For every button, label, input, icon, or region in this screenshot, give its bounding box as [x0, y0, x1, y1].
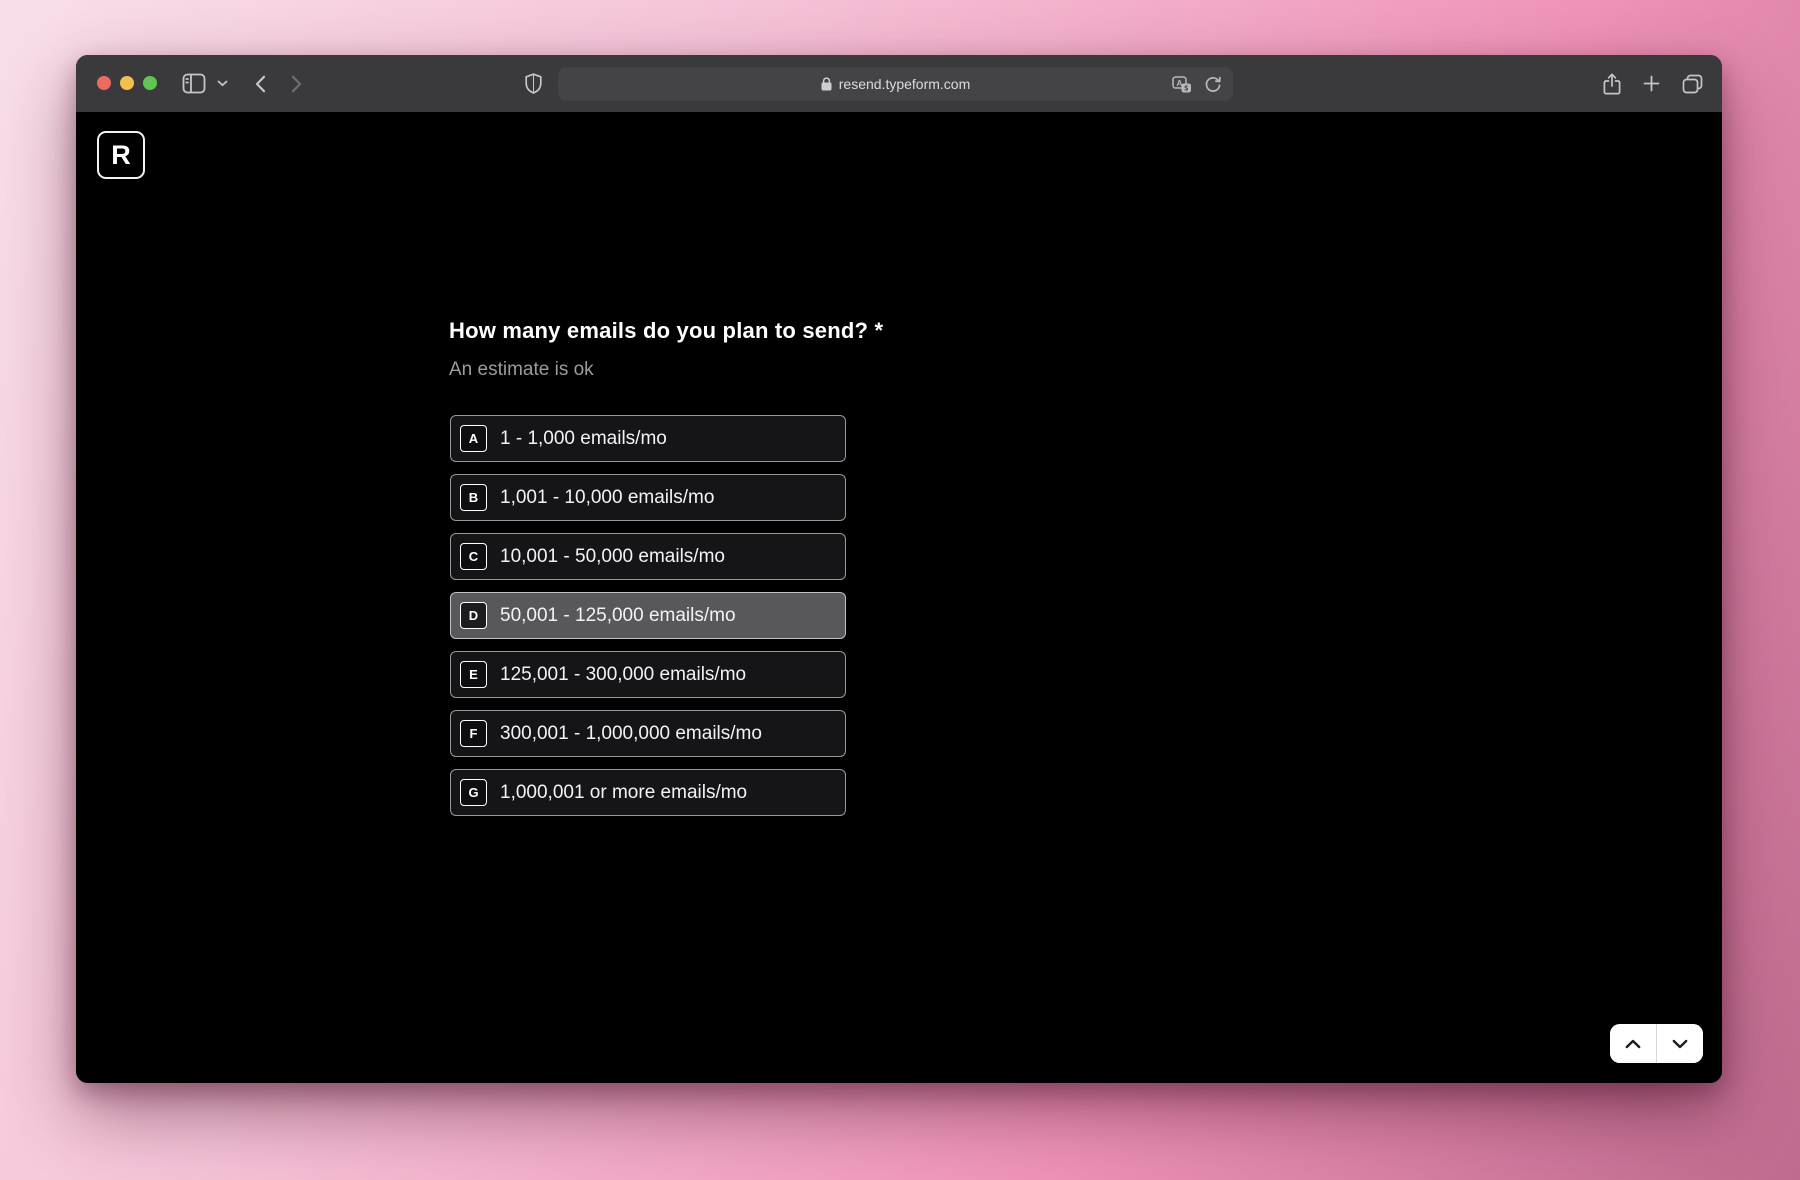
back-icon [255, 75, 266, 93]
option-f[interactable]: F 300,001 - 1,000,000 emails/mo [450, 710, 846, 757]
address-bar[interactable]: resend.typeform.com A $ [558, 67, 1233, 101]
form-page: R How many emails do you plan to send? *… [76, 112, 1722, 1083]
brand-logo: R [97, 131, 145, 179]
option-label: 1,000,001 or more emails/mo [500, 782, 747, 804]
forward-icon [291, 75, 302, 93]
answer-options: A 1 - 1,000 emails/mo B 1,001 - 10,000 e… [450, 415, 846, 816]
option-g[interactable]: G 1,000,001 or more emails/mo [450, 769, 846, 816]
desktop-background: resend.typeform.com A $ [0, 0, 1800, 1180]
option-label: 50,001 - 125,000 emails/mo [500, 605, 736, 627]
option-label: 300,001 - 1,000,000 emails/mo [500, 723, 762, 745]
reload-button[interactable] [1205, 76, 1221, 93]
option-b[interactable]: B 1,001 - 10,000 emails/mo [450, 474, 846, 521]
option-e[interactable]: E 125,001 - 300,000 emails/mo [450, 651, 846, 698]
lock-icon [821, 77, 832, 91]
share-icon [1603, 73, 1621, 95]
plus-icon [1643, 75, 1660, 92]
translate-button[interactable]: A $ [1172, 76, 1192, 93]
tabs-icon [1682, 74, 1703, 94]
required-marker: * [874, 318, 883, 343]
zoom-button[interactable] [143, 76, 157, 90]
browser-window: resend.typeform.com A $ [76, 55, 1722, 1083]
question-title: How many emails do you plan to send? * [449, 318, 883, 344]
privacy-report-button[interactable] [520, 55, 546, 112]
option-label: 10,001 - 50,000 emails/mo [500, 546, 725, 568]
option-label: 1,001 - 10,000 emails/mo [500, 487, 714, 509]
option-c[interactable]: C 10,001 - 50,000 emails/mo [450, 533, 846, 580]
option-key-badge: F [460, 720, 487, 747]
back-button[interactable] [248, 55, 272, 112]
question-subtitle: An estimate is ok [449, 359, 594, 381]
chevron-down-icon [1672, 1039, 1688, 1049]
option-a[interactable]: A 1 - 1,000 emails/mo [450, 415, 846, 462]
option-key-badge: B [460, 484, 487, 511]
option-key-badge: C [460, 543, 487, 570]
sidebar-toggle-button[interactable] [180, 55, 208, 112]
option-label: 125,001 - 300,000 emails/mo [500, 664, 746, 686]
next-question-button[interactable] [1657, 1024, 1703, 1063]
option-label: 1 - 1,000 emails/mo [500, 428, 667, 450]
tab-overview-button[interactable] [1678, 55, 1706, 112]
chevron-up-icon [1625, 1039, 1641, 1049]
chevron-down-icon [217, 80, 228, 87]
traffic-lights [97, 76, 157, 90]
logo-letter: R [111, 140, 131, 171]
option-d[interactable]: D 50,001 - 125,000 emails/mo [450, 592, 846, 639]
browser-toolbar: resend.typeform.com A $ [76, 55, 1722, 112]
option-key-badge: A [460, 425, 487, 452]
minimize-button[interactable] [120, 76, 134, 90]
previous-question-button[interactable] [1610, 1024, 1656, 1063]
close-button[interactable] [97, 76, 111, 90]
new-tab-button[interactable] [1638, 55, 1664, 112]
forward-button[interactable] [284, 55, 308, 112]
sidebar-icon [182, 73, 206, 94]
option-key-badge: D [460, 602, 487, 629]
share-button[interactable] [1599, 55, 1625, 112]
form-navigation [1610, 1024, 1703, 1063]
option-key-badge: E [460, 661, 487, 688]
shield-icon [525, 73, 542, 94]
sidebar-dropdown-button[interactable] [213, 55, 231, 112]
svg-text:$: $ [1184, 85, 1188, 92]
url-text: resend.typeform.com [839, 76, 971, 92]
option-key-badge: G [460, 779, 487, 806]
